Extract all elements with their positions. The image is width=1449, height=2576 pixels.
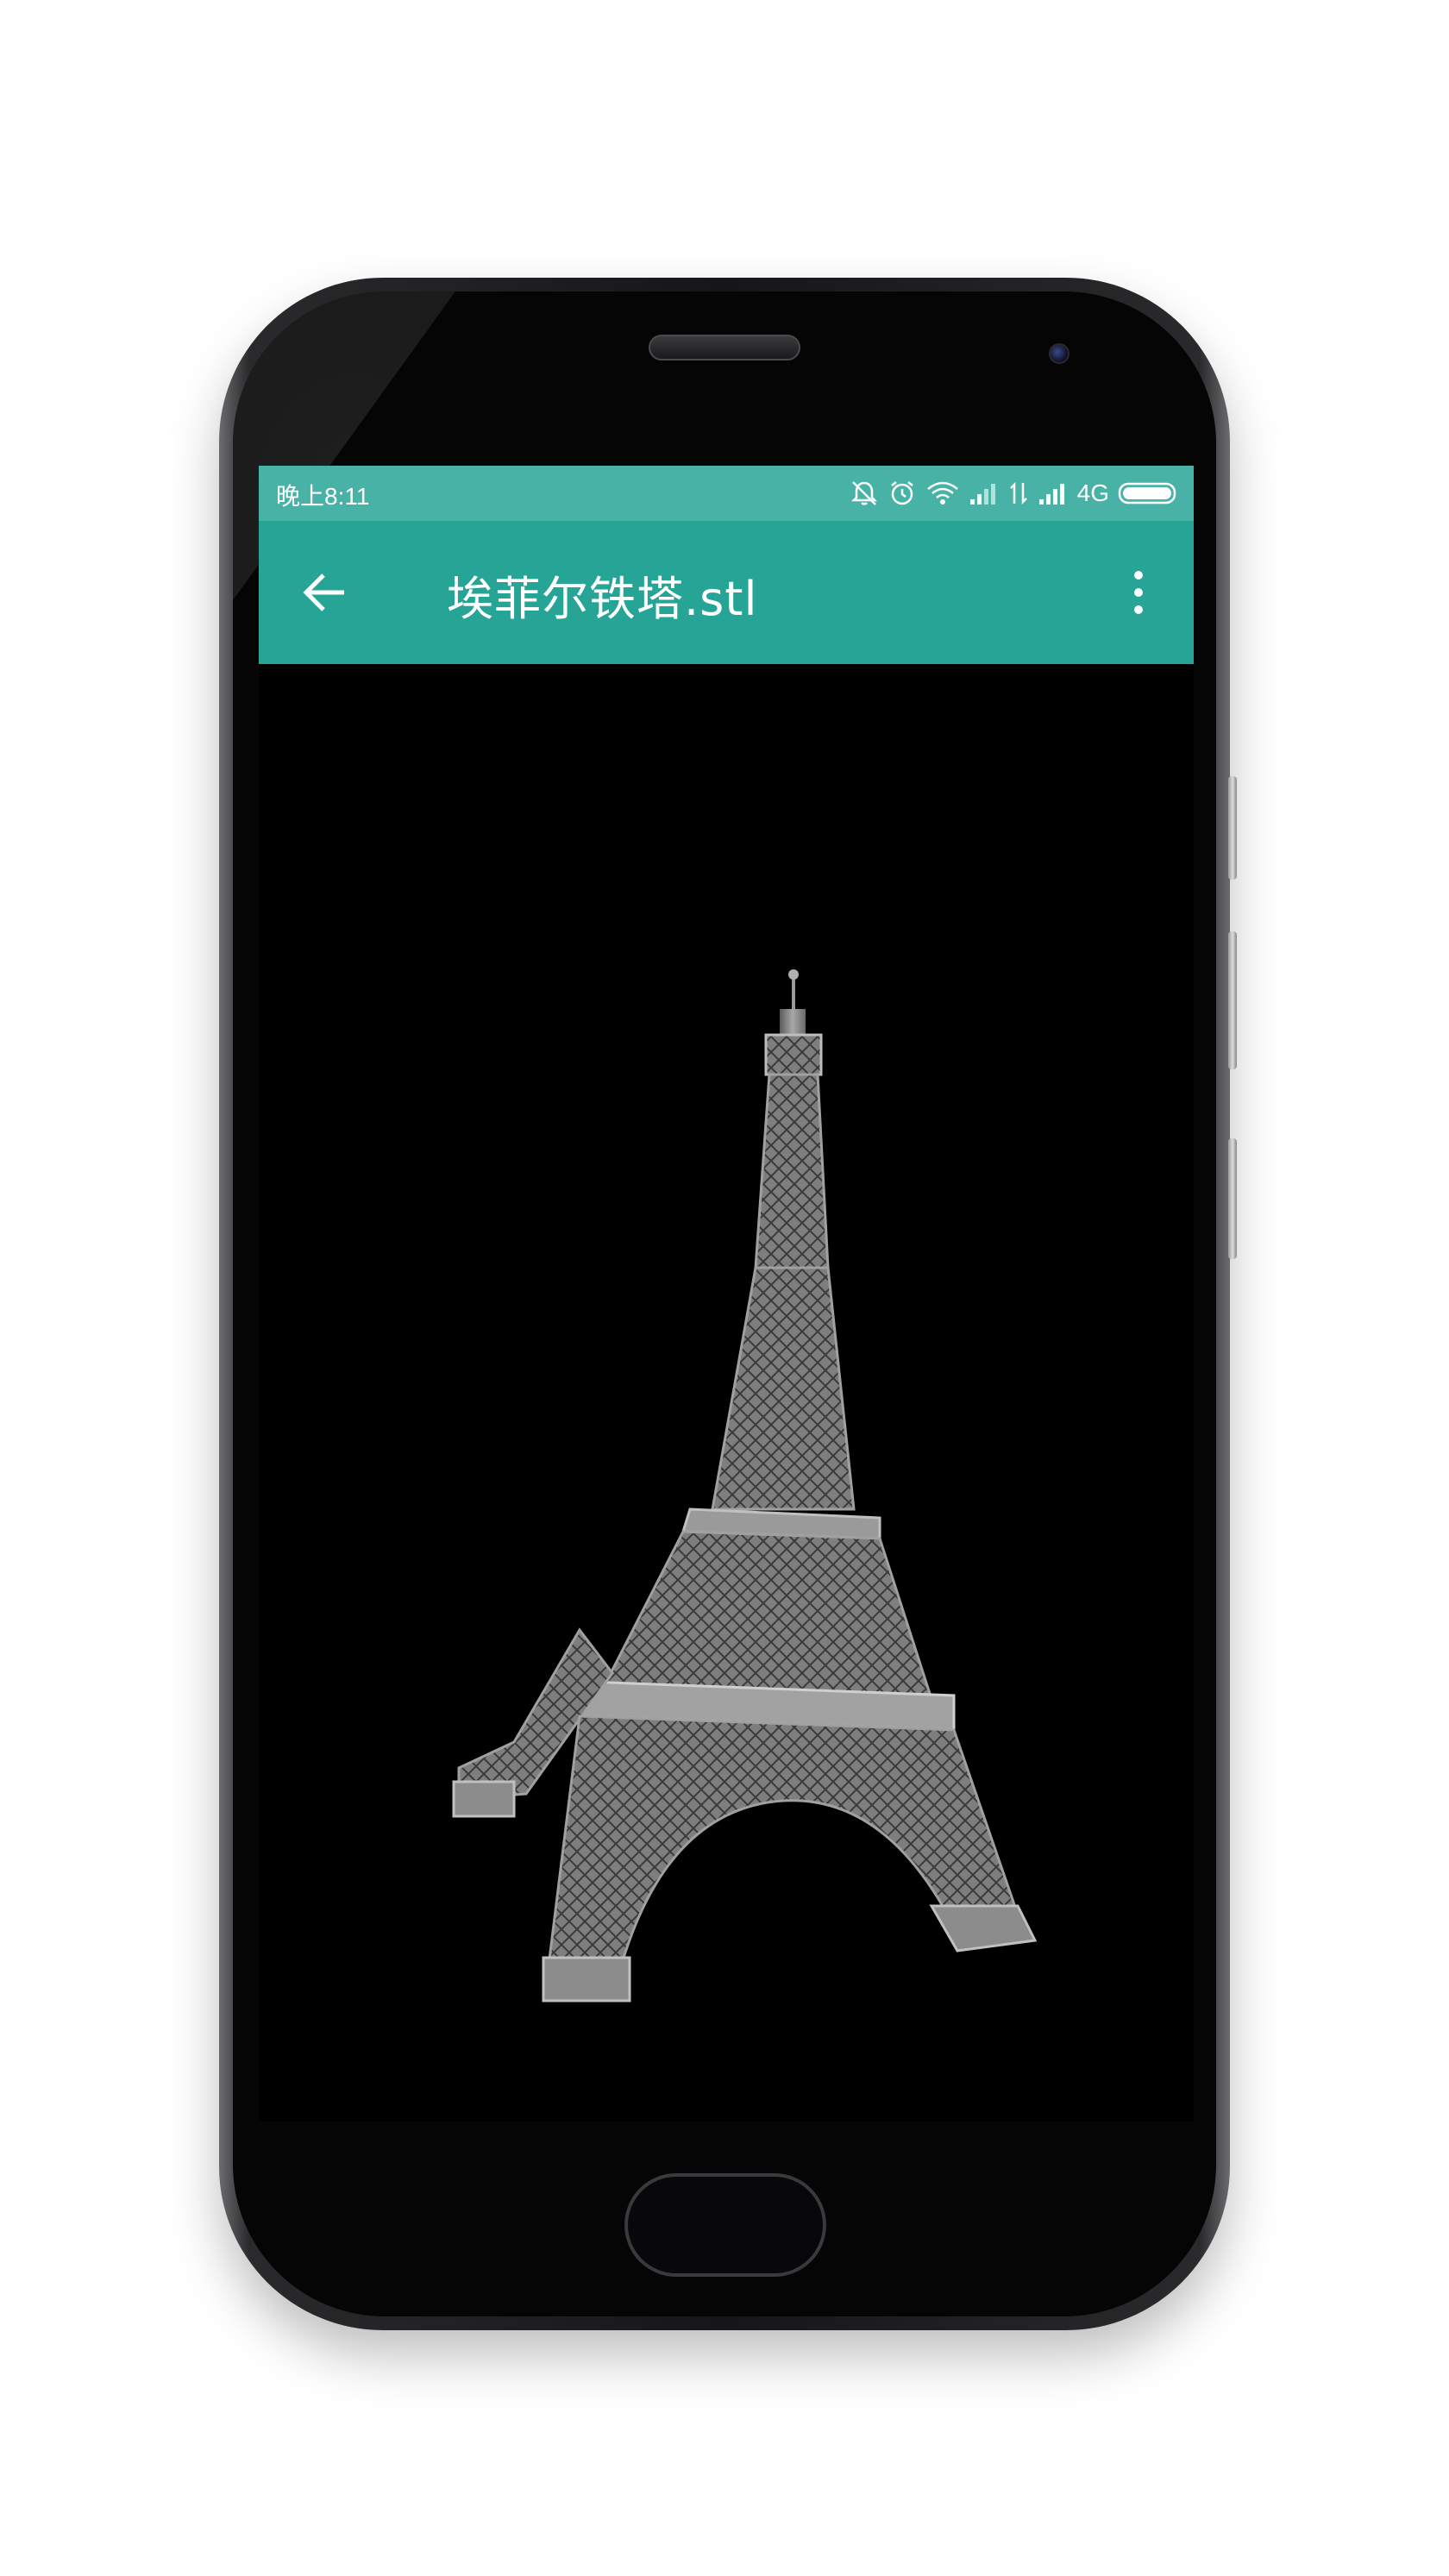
overflow-menu-button[interactable] xyxy=(1114,564,1163,621)
more-vert-icon xyxy=(1134,571,1143,614)
status-time: 晚上8:11 xyxy=(276,483,370,510)
network-type-label: 4G xyxy=(1076,479,1109,506)
home-button[interactable] xyxy=(624,2173,826,2277)
wifi-icon xyxy=(925,479,960,507)
alarm-clock-icon xyxy=(888,479,917,507)
volume-down-button xyxy=(1228,1138,1237,1259)
front-camera xyxy=(1049,343,1070,364)
model-viewer[interactable] xyxy=(259,664,1194,2122)
status-bar: 晚上8:11 4G xyxy=(259,466,1194,521)
battery-icon xyxy=(1118,479,1180,507)
power-button xyxy=(1228,776,1237,880)
arrow-back-icon xyxy=(303,573,344,611)
signal-icon xyxy=(1038,479,1069,507)
phone-screen: 晚上8:11 4G 埃菲尔铁塔.stl xyxy=(259,466,1194,2122)
volume-up-button xyxy=(1228,931,1237,1069)
earpiece-speaker xyxy=(649,335,800,360)
signal-icon xyxy=(969,479,1000,507)
app-bar: 埃菲尔铁塔.stl xyxy=(259,521,1194,664)
status-icons: 4G xyxy=(850,474,1180,512)
file-title: 埃菲尔铁塔.stl xyxy=(447,572,758,626)
alarm-off-icon xyxy=(850,479,879,507)
back-button[interactable] xyxy=(297,564,354,621)
eiffel-tower-model[interactable] xyxy=(259,664,1194,2122)
data-activity-icon xyxy=(1008,479,1029,507)
